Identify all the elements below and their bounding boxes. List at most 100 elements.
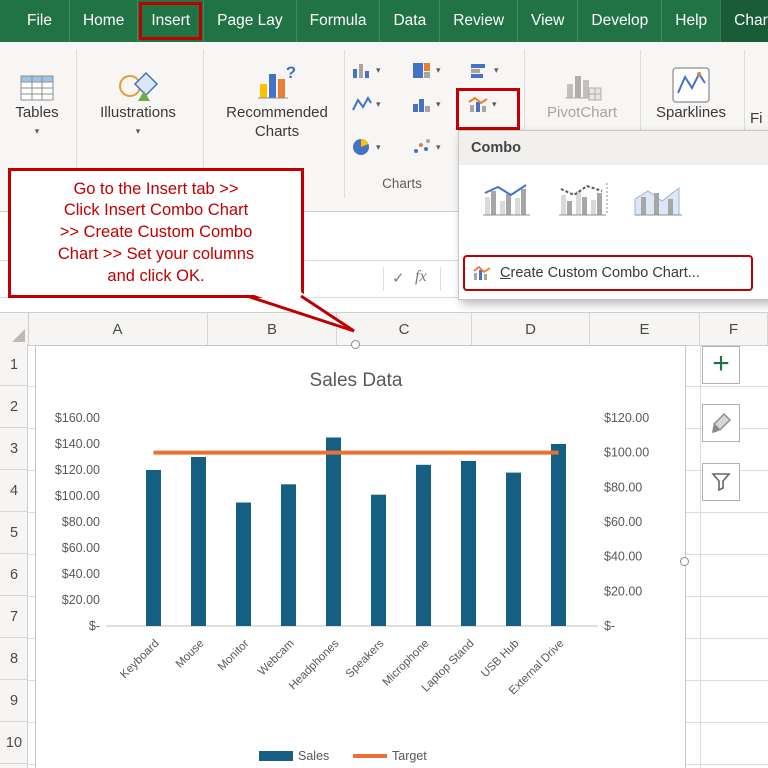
scatter-chart-icon: [412, 138, 432, 156]
tab-formula[interactable]: Formula: [296, 0, 380, 42]
svg-text:Mouse: Mouse: [174, 638, 207, 671]
chart-filters-button[interactable]: [702, 463, 740, 501]
insert-statistic-chart-button[interactable]: ▾: [412, 96, 441, 113]
row-header-2[interactable]: 2: [0, 386, 28, 428]
pivotchart-label: PivotChart: [547, 104, 617, 121]
combo-thumb-clustered-line[interactable]: [477, 175, 539, 225]
svg-text:$60.00: $60.00: [604, 515, 642, 529]
filters-label: Fi: [750, 110, 763, 127]
row-headers: 12345678910: [0, 344, 28, 768]
tab-develop[interactable]: Develop: [577, 0, 661, 42]
bar-chart-icon: [470, 62, 490, 79]
svg-text:$60.00: $60.00: [62, 541, 100, 555]
row-header-1[interactable]: 1: [0, 344, 28, 386]
recommended-charts-button[interactable]: ? Recommended Charts: [212, 52, 342, 142]
row-header-3[interactable]: 3: [0, 428, 28, 470]
svg-text:$-: $-: [89, 619, 100, 633]
callout-line: Go to the Insert tab >>: [73, 179, 238, 201]
insert-scatter-chart-button[interactable]: ▾: [412, 138, 441, 156]
tab-chart-de[interactable]: Chart De: [720, 0, 768, 42]
treemap-chart-icon: [412, 62, 432, 79]
line-chart-icon: [352, 96, 372, 113]
row-header-8[interactable]: 8: [0, 638, 28, 680]
illustrations-label: Illustrations: [100, 104, 176, 121]
insert-pie-chart-button[interactable]: ▾: [352, 138, 381, 156]
table-icon: [2, 52, 72, 104]
combo-chart-menu: Combo Create Custom Combo Chart...: [458, 130, 768, 300]
row-header-5[interactable]: 5: [0, 512, 28, 554]
row-header-6[interactable]: 6: [0, 554, 28, 596]
svg-text:$40.00: $40.00: [62, 567, 100, 581]
tables-button[interactable]: Tables ▾: [2, 52, 72, 137]
column-header-A[interactable]: A: [28, 313, 208, 345]
svg-text:$20.00: $20.00: [62, 593, 100, 607]
sales-chart-canvas: Sales Data$160.00$140.00$120.00$100.00$8…: [36, 346, 685, 768]
sales-chart[interactable]: Sales Data$160.00$140.00$120.00$100.00$8…: [35, 345, 686, 768]
combo-menu-header: Combo: [459, 131, 768, 165]
filters-group-label: Fi: [750, 110, 768, 129]
chevron-down-icon: ▾: [436, 99, 441, 110]
chevron-down-icon: ▾: [376, 99, 381, 110]
column-header-E[interactable]: E: [590, 313, 700, 345]
pivotchart-button[interactable]: PivotChart: [532, 52, 632, 123]
sparklines-icon: [645, 52, 737, 104]
insert-bar-chart-button[interactable]: ▾: [470, 62, 499, 79]
instruction-callout: Go to the Insert tab >>Click Insert Comb…: [8, 168, 304, 298]
tab-insert[interactable]: Insert: [137, 0, 203, 42]
combo-item-label: Create Custom Combo Chart...: [500, 265, 700, 281]
row-header-7[interactable]: 7: [0, 596, 28, 638]
tab-data[interactable]: Data: [379, 0, 439, 42]
tab-file[interactable]: File: [10, 0, 69, 42]
combo-thumb-secondary-axis[interactable]: [553, 175, 615, 225]
row-header-9[interactable]: 9: [0, 680, 28, 722]
tab-view[interactable]: View: [517, 0, 577, 42]
svg-text:Monitor: Monitor: [216, 638, 252, 674]
ribbon-tabs: FileHomeInsertPage LayFormulaDataReviewV…: [0, 0, 768, 42]
tab-home[interactable]: Home: [69, 0, 137, 42]
column-header-F[interactable]: F: [700, 313, 768, 345]
chart-resize-handle-right[interactable]: [680, 557, 689, 566]
tab-page-lay[interactable]: Page Lay: [203, 0, 296, 42]
insert-line-chart-button[interactable]: ▾: [352, 96, 381, 113]
insert-hierarchy-chart-button[interactable]: ▾: [412, 62, 441, 79]
charts-group-label: Charts: [352, 176, 452, 191]
illustrations-button[interactable]: Illustrations ▾: [82, 52, 194, 137]
chevron-down-icon: ▾: [494, 65, 499, 76]
select-all-corner[interactable]: [0, 313, 29, 345]
svg-text:Target: Target: [392, 749, 427, 763]
svg-text:$80.00: $80.00: [604, 480, 642, 494]
tables-label: Tables: [15, 104, 58, 121]
column-header-B[interactable]: B: [208, 313, 337, 345]
formula-bar-separator: [383, 267, 384, 291]
funnel-icon: [710, 471, 732, 493]
insert-combo-chart-button[interactable]: ▾: [468, 96, 497, 113]
combo-chart-icon: [473, 266, 491, 281]
combo-thumb-stacked-area[interactable]: [629, 175, 691, 225]
sparklines-button[interactable]: Sparklines: [645, 52, 737, 123]
chevron-down-icon: ▾: [376, 142, 381, 153]
svg-text:Speakers: Speakers: [344, 637, 387, 680]
enter-formula-icon[interactable]: ✓: [392, 269, 405, 287]
svg-text:?: ?: [286, 63, 296, 82]
recommended-charts-icon: ?: [212, 52, 342, 104]
row-header-10[interactable]: 10: [0, 722, 28, 764]
insert-function-icon[interactable]: fx: [415, 268, 427, 286]
svg-text:$100.00: $100.00: [604, 446, 649, 460]
chevron-down-icon: ▾: [436, 142, 441, 153]
pivotchart-icon: [532, 52, 632, 104]
chart-elements-button[interactable]: +: [702, 346, 740, 384]
create-custom-combo-chart-item[interactable]: Create Custom Combo Chart...: [463, 255, 753, 291]
chart-resize-handle-top[interactable]: [351, 340, 360, 349]
tab-help[interactable]: Help: [661, 0, 720, 42]
callout-line: Click Insert Combo Chart: [64, 200, 248, 222]
excel-window: FileHomeInsertPage LayFormulaDataReviewV…: [0, 0, 768, 768]
column-header-D[interactable]: D: [472, 313, 590, 345]
svg-text:$120.00: $120.00: [55, 463, 100, 477]
svg-text:Keyboard: Keyboard: [118, 638, 161, 681]
row-header-4[interactable]: 4: [0, 470, 28, 512]
callout-line: Chart >> Set your columns: [58, 244, 254, 266]
insert-column-chart-button[interactable]: ▾: [352, 62, 381, 79]
chart-styles-button[interactable]: [702, 404, 740, 442]
tab-review[interactable]: Review: [439, 0, 517, 42]
svg-text:$80.00: $80.00: [62, 515, 100, 529]
